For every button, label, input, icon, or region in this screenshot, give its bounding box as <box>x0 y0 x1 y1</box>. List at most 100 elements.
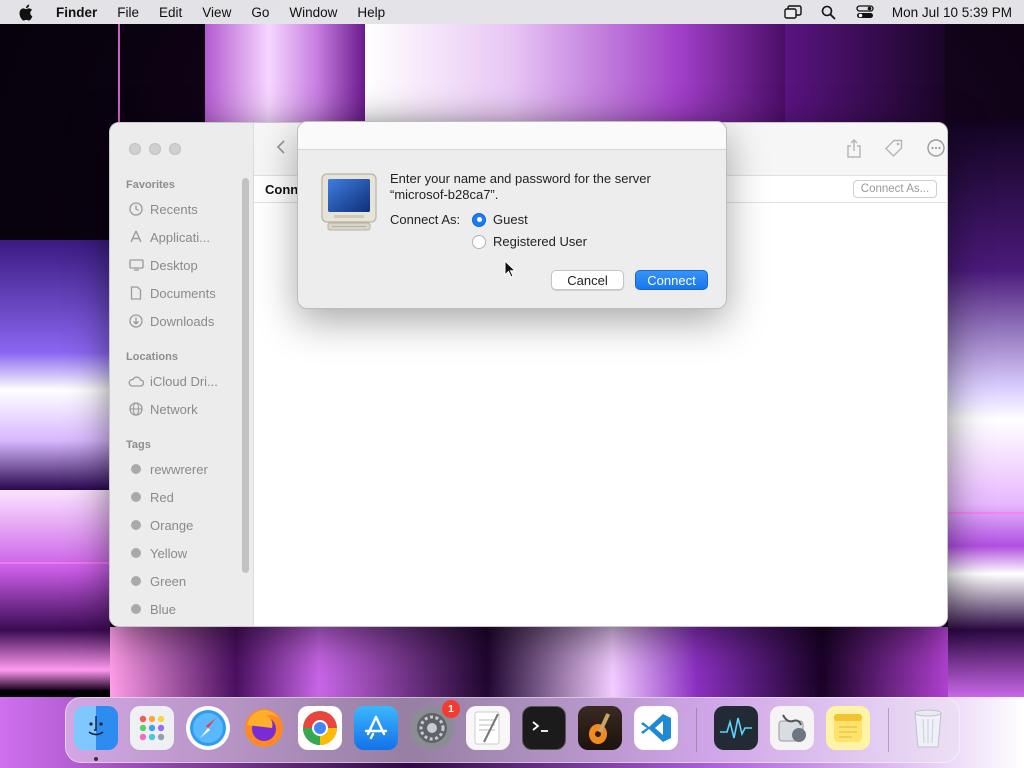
dialog-message-line2: “microsof-b28ca7”. <box>390 187 499 202</box>
sidebar-item-network[interactable]: Network <box>128 399 198 419</box>
back-chevron-icon[interactable] <box>276 139 286 158</box>
sidebar-item-label: iCloud Dri... <box>150 373 218 389</box>
minimize-window-button[interactable] <box>149 143 161 155</box>
apple-menu-icon[interactable] <box>18 4 34 20</box>
menu-file[interactable]: File <box>117 5 139 20</box>
menu-finder[interactable]: Finder <box>56 5 97 20</box>
tag-dot-icon <box>131 464 141 474</box>
sidebar-tag-rewwrerer[interactable]: rewwrerer <box>128 459 208 479</box>
menu-go[interactable]: Go <box>251 5 269 20</box>
finder-running-indicator <box>94 757 98 761</box>
sidebar-item-label: Documents <box>150 285 216 301</box>
guest-radio-option[interactable]: Guest <box>472 212 528 227</box>
tag-dot-icon <box>131 576 141 586</box>
sidebar-tag-red[interactable]: Red <box>128 487 174 507</box>
screen-mirroring-icon[interactable] <box>784 4 802 20</box>
dock-system-settings-icon[interactable]: 1 <box>410 700 460 750</box>
dock-chrome-icon[interactable] <box>298 706 342 750</box>
control-center-icon[interactable] <box>856 4 874 20</box>
dock-textedit-icon[interactable] <box>466 706 510 750</box>
window-controls <box>129 143 181 155</box>
registered-user-radio-option[interactable]: Registered User <box>472 234 587 249</box>
close-window-button[interactable] <box>129 143 141 155</box>
desktop-icon <box>128 257 144 273</box>
guest-radio-button[interactable] <box>472 212 486 227</box>
connect-as-button[interactable]: Connect As... <box>853 180 937 198</box>
menu-bar-clock[interactable]: Mon Jul 10 5:39 PM <box>892 5 1012 20</box>
sidebar-item-label: rewwrerer <box>150 461 208 477</box>
registered-user-radio-button[interactable] <box>472 234 486 249</box>
download-icon <box>128 313 144 329</box>
menu-edit[interactable]: Edit <box>159 5 182 20</box>
dock-notes-icon[interactable] <box>826 706 870 750</box>
menu-bar: Finder File Edit View Go Window Help Mon… <box>0 0 1024 24</box>
dialog-title-bar <box>298 122 726 150</box>
sidebar-item-recents[interactable]: Recents <box>128 199 198 219</box>
mouse-pointer-icon <box>504 259 517 281</box>
dock-app-store-icon[interactable] <box>354 706 398 750</box>
tag-dot-icon <box>131 604 141 614</box>
cloud-icon <box>128 373 144 389</box>
sidebar-locations-header: Locations <box>126 351 178 363</box>
share-icon[interactable] <box>846 139 862 161</box>
connect-button[interactable]: Connect <box>635 270 708 290</box>
menu-window[interactable]: Window <box>289 5 337 20</box>
sidebar-tag-yellow[interactable]: Yellow <box>128 543 187 563</box>
notification-badge: 1 <box>442 700 460 718</box>
server-computer-icon <box>320 172 378 232</box>
menu-help[interactable]: Help <box>357 5 385 20</box>
more-actions-icon[interactable] <box>927 139 947 160</box>
dock-separator <box>696 708 697 752</box>
tag-icon[interactable] <box>884 139 904 161</box>
guest-radio-label[interactable]: Guest <box>493 212 528 227</box>
dock: 1 <box>65 697 960 763</box>
registered-user-radio-label[interactable]: Registered User <box>493 234 587 249</box>
sidebar-scrollbar[interactable] <box>242 178 249 573</box>
dock-disk-utility-icon[interactable] <box>770 706 814 750</box>
sidebar-item-label: Network <box>150 401 198 417</box>
dock-terminal-icon[interactable] <box>522 706 566 750</box>
sidebar-item-label: Green <box>150 573 187 589</box>
sidebar-item-label: Blue <box>150 601 177 617</box>
sidebar-item-label: Orange <box>150 517 194 533</box>
sidebar-item-label: Applicati... <box>150 229 210 245</box>
zoom-window-button[interactable] <box>169 143 181 155</box>
dock-launchpad-icon[interactable] <box>130 706 174 750</box>
sidebar-item-label: Downloads <box>150 313 215 329</box>
sidebar-item-label: Recents <box>150 201 198 217</box>
dock-finder-icon[interactable] <box>74 706 118 750</box>
sidebar-tag-blue[interactable]: Blue <box>128 599 176 619</box>
sidebar-tags-header: Tags <box>126 439 151 451</box>
sidebar-item-downloads[interactable]: Downloads <box>128 311 214 331</box>
dock-vscode-icon[interactable] <box>634 706 678 750</box>
tag-dot-icon <box>131 548 141 558</box>
menu-view[interactable]: View <box>202 5 231 20</box>
sidebar-item-documents[interactable]: Documents <box>128 283 216 303</box>
sidebar-item-icloud-drive[interactable]: iCloud Dri... <box>128 371 218 391</box>
sidebar-tag-green[interactable]: Green <box>128 571 186 591</box>
dock-separator <box>888 708 889 752</box>
sidebar-item-applications[interactable]: Applicati... <box>128 227 210 247</box>
dock-garageband-icon[interactable] <box>578 706 622 750</box>
tag-dot-icon <box>131 492 141 502</box>
globe-icon <box>128 401 144 417</box>
sidebar-item-label: Yellow <box>150 545 188 561</box>
dialog-message: Enter your name and password for the ser… <box>390 171 710 203</box>
dock-safari-icon[interactable] <box>186 706 230 750</box>
applications-icon <box>128 229 144 245</box>
connect-as-label: Connect As: <box>390 212 461 227</box>
cancel-button[interactable]: Cancel <box>551 270 624 290</box>
document-icon <box>128 285 144 301</box>
dock-activity-monitor-icon[interactable] <box>714 706 758 750</box>
finder-sidebar: Favorites Recents Applicati... Desktop D… <box>110 123 254 626</box>
dialog-message-line1: Enter your name and password for the ser… <box>390 171 651 186</box>
connection-label: Conn <box>265 182 299 197</box>
sidebar-favorites-header: Favorites <box>126 179 175 191</box>
spotlight-search-icon[interactable] <box>820 4 838 20</box>
sidebar-item-desktop[interactable]: Desktop <box>128 255 198 275</box>
dock-trash-icon[interactable] <box>906 706 950 750</box>
tag-dot-icon <box>131 520 141 530</box>
sidebar-tag-orange[interactable]: Orange <box>128 515 193 535</box>
sidebar-item-label: Desktop <box>150 257 198 273</box>
dock-firefox-icon[interactable] <box>242 706 286 750</box>
